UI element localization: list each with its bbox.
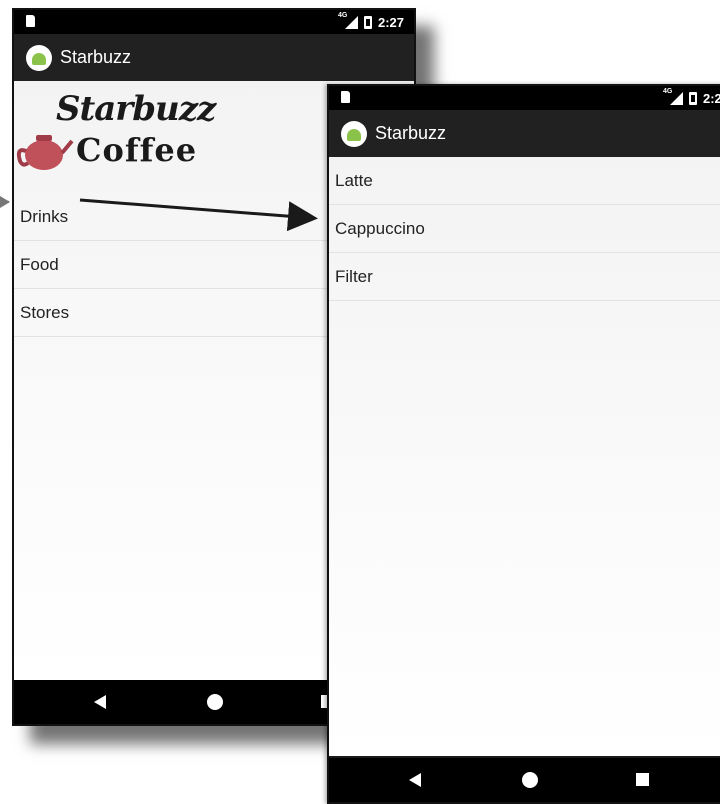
drinks-to-detail-arrow	[79, 198, 318, 232]
annotation-arrows	[0, 196, 318, 232]
incoming-arrow-head	[0, 196, 10, 208]
